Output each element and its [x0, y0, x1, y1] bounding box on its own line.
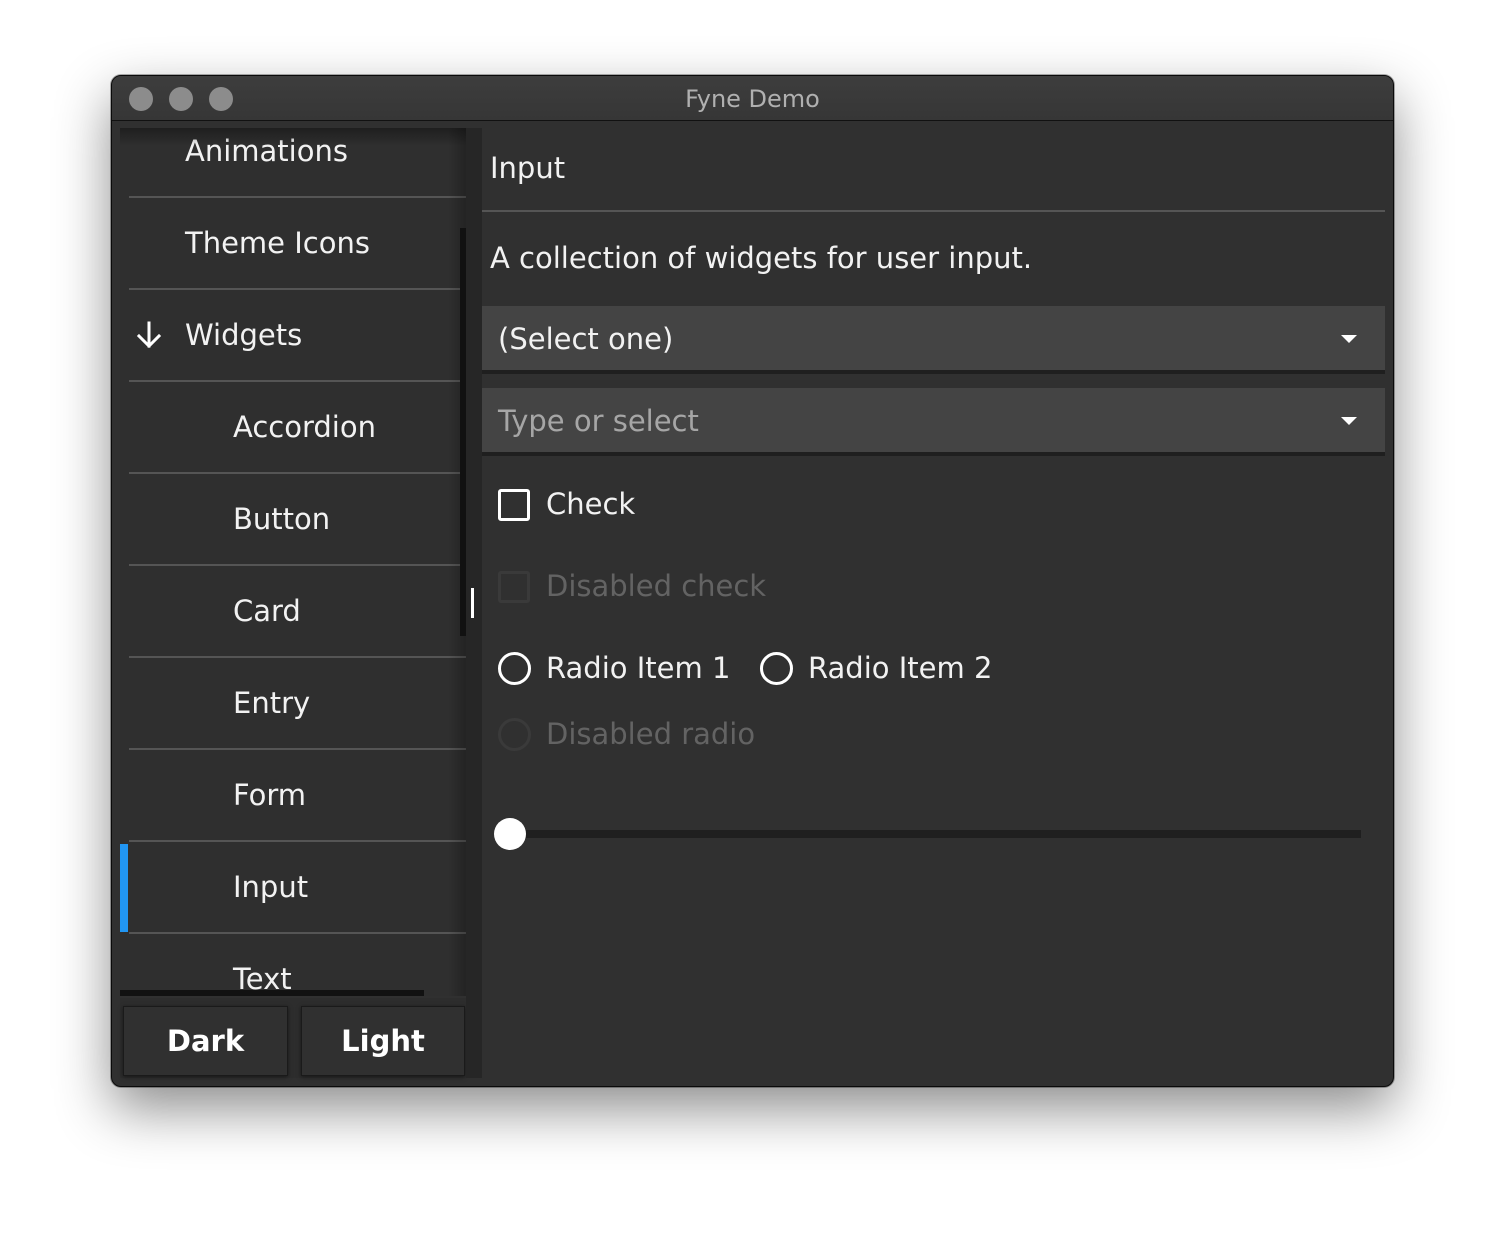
checkbox-unchecked-icon[interactable] — [498, 489, 530, 521]
arrow-down-icon[interactable] — [134, 320, 164, 350]
dark-theme-button[interactable]: Dark — [123, 1006, 288, 1076]
select-entry-field[interactable]: Type or select — [482, 388, 1385, 456]
sidebar-item-form[interactable]: Form — [120, 750, 466, 842]
sidebar-tree: Animations Theme Icons Widgets Accordion… — [120, 128, 466, 996]
slider-thumb[interactable] — [494, 818, 526, 850]
sidebar-item-label: Theme Icons — [185, 226, 370, 260]
split-handle[interactable] — [471, 588, 474, 618]
radio-label: Radio Item 1 — [546, 651, 731, 685]
slider-track[interactable] — [510, 830, 1361, 838]
sidebar-item-label: Widgets — [185, 318, 303, 352]
content-panel: Input A collection of widgets for user i… — [482, 128, 1385, 1078]
light-theme-button[interactable]: Light — [301, 1006, 465, 1076]
title-bar: Fyne Demo — [112, 76, 1393, 121]
radio-unselected-icon[interactable] — [498, 652, 531, 685]
checkbox-label: Disabled check — [546, 569, 767, 603]
checkbox-unchecked-icon — [498, 571, 530, 603]
caret-down-icon — [1341, 335, 1357, 343]
sidebar-item-label: Button — [233, 502, 331, 536]
sidebar-horizontal-scrollbar[interactable] — [120, 990, 424, 996]
split-divider[interactable] — [466, 128, 482, 1078]
sidebar-item-label: Form — [233, 778, 307, 812]
radio-label: Disabled radio — [546, 717, 756, 751]
app-window: Fyne Demo Animations Theme Icons Widgets… — [111, 75, 1394, 1087]
sidebar-item-label: Accordion — [233, 410, 376, 444]
checkbox-label: Check — [546, 487, 636, 521]
sidebar-item-text[interactable]: Text — [120, 934, 466, 996]
sidebar-item-label: Card — [233, 594, 301, 628]
select-value: (Select one) — [498, 322, 674, 356]
theme-toolbar: Dark Light — [120, 998, 466, 1078]
page-title: Input — [490, 151, 566, 185]
radio-unselected-icon[interactable] — [760, 652, 793, 685]
sidebar-item-entry[interactable]: Entry — [120, 658, 466, 750]
sidebar-item-accordion[interactable]: Accordion — [120, 382, 466, 474]
radio-unselected-icon — [498, 718, 531, 751]
page-description: A collection of widgets for user input. — [490, 241, 1033, 275]
sidebar-item-theme-icons[interactable]: Theme Icons — [120, 198, 466, 290]
select-dropdown[interactable]: (Select one) — [482, 306, 1385, 374]
sidebar-vertical-scrollbar[interactable] — [460, 228, 466, 636]
sidebar-item-label: Animations — [185, 134, 348, 168]
caret-down-icon[interactable] — [1341, 417, 1357, 425]
sidebar-item-button[interactable]: Button — [120, 474, 466, 566]
radio-label: Radio Item 2 — [808, 651, 993, 685]
sidebar-item-animations[interactable]: Animations — [120, 128, 466, 198]
selection-indicator — [120, 844, 128, 932]
select-entry-placeholder: Type or select — [498, 404, 699, 438]
sidebar-item-label: Entry — [233, 686, 311, 720]
sidebar-item-label: Text — [233, 962, 292, 996]
sidebar-item-label: Input — [233, 870, 309, 904]
sidebar-item-card[interactable]: Card — [120, 566, 466, 658]
sidebar-item-widgets[interactable]: Widgets — [120, 290, 466, 382]
title-divider — [482, 210, 1385, 212]
window-title: Fyne Demo — [685, 85, 820, 113]
sidebar-item-input[interactable]: Input — [120, 842, 466, 934]
